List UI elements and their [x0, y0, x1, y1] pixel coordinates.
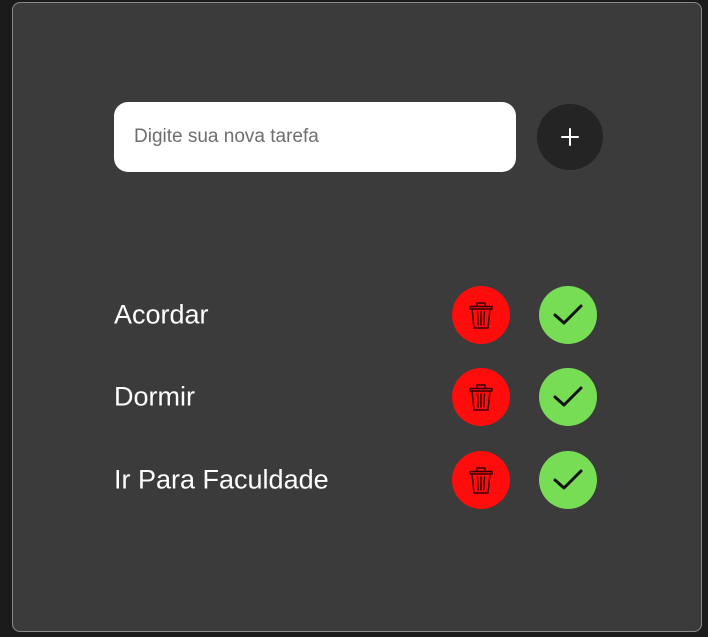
check-icon — [553, 469, 583, 490]
task-row: Acordar — [114, 285, 614, 345]
task-label: Dormir — [114, 381, 195, 412]
plus-icon — [561, 128, 579, 146]
delete-task-button[interactable] — [452, 451, 510, 509]
task-label: Acordar — [114, 299, 209, 330]
complete-task-button[interactable] — [539, 451, 597, 509]
todo-card: Acordar Dormir — [12, 2, 702, 632]
check-icon — [553, 386, 583, 407]
complete-task-button[interactable] — [539, 286, 597, 344]
task-row: Dormir — [114, 367, 614, 427]
trash-icon — [469, 467, 493, 494]
trash-icon — [469, 302, 493, 329]
delete-task-button[interactable] — [452, 368, 510, 426]
task-label: Ir Para Faculdade — [114, 464, 329, 495]
new-task-input[interactable] — [114, 102, 516, 172]
check-icon — [553, 304, 583, 325]
delete-task-button[interactable] — [452, 286, 510, 344]
trash-icon — [469, 384, 493, 411]
task-row: Ir Para Faculdade — [114, 450, 614, 510]
add-task-button[interactable] — [537, 104, 603, 170]
complete-task-button[interactable] — [539, 368, 597, 426]
